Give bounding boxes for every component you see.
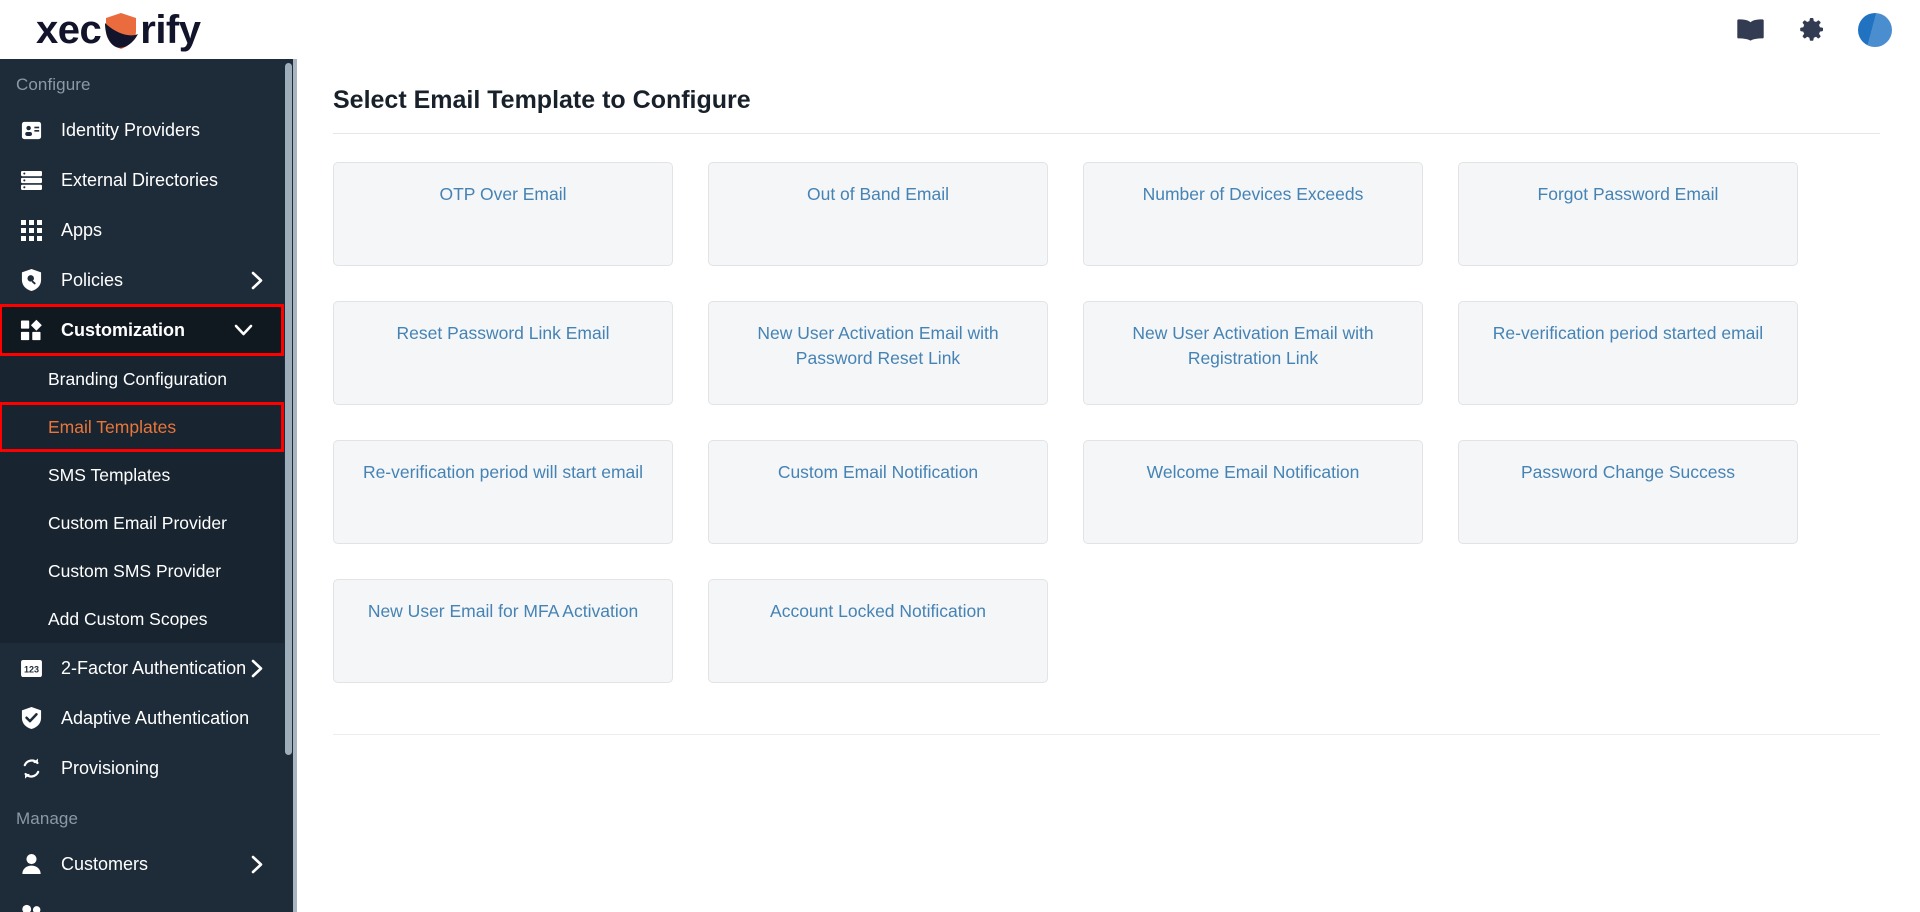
template-card-reverification-period-started[interactable]: Re-verification period started email bbox=[1458, 301, 1798, 405]
id-card-icon bbox=[18, 118, 44, 142]
template-card-forgot-password-email[interactable]: Forgot Password Email bbox=[1458, 162, 1798, 266]
sidebar-subitem-label: Email Templates bbox=[48, 416, 177, 437]
template-card-new-user-activation-password-reset[interactable]: New User Activation Email with Password … bbox=[708, 301, 1048, 405]
template-card-account-locked-notification[interactable]: Account Locked Notification bbox=[708, 579, 1048, 683]
sidebar-item-apps[interactable]: Apps bbox=[0, 205, 293, 255]
sidebar-subitem-sms-templates[interactable]: SMS Templates bbox=[0, 451, 293, 499]
logo-text-suffix: rify bbox=[140, 7, 201, 52]
sidebar-subitem-label: Add Custom Scopes bbox=[48, 608, 208, 629]
sidebar-subitem-custom-sms-provider[interactable]: Custom SMS Provider bbox=[0, 547, 293, 595]
sidebar-scrollbar-thumb[interactable] bbox=[285, 63, 292, 755]
top-bar: xec rify bbox=[0, 0, 1920, 59]
sidebar: Configure Identity Providers External Di… bbox=[0, 59, 293, 912]
sidebar-item-provisioning[interactable]: Provisioning bbox=[0, 743, 293, 793]
app-logo[interactable]: xec rify bbox=[36, 10, 201, 50]
shield-search-icon bbox=[18, 268, 44, 292]
sidebar-item-customization[interactable]: Customization bbox=[0, 304, 284, 356]
template-card-otp-over-email[interactable]: OTP Over Email bbox=[333, 162, 673, 266]
grid-apps-icon bbox=[18, 218, 44, 242]
sidebar-item-label: Policies bbox=[61, 269, 124, 290]
template-card-password-change-success[interactable]: Password Change Success bbox=[1458, 440, 1798, 544]
sync-refresh-icon bbox=[18, 756, 44, 780]
sidebar-item-label: Adaptive Authentication bbox=[61, 707, 250, 728]
bottom-divider bbox=[333, 734, 1880, 735]
sidebar-item-policies[interactable]: Policies bbox=[0, 255, 293, 305]
template-card-reset-password-link-email[interactable]: Reset Password Link Email bbox=[333, 301, 673, 405]
template-card-new-user-activation-registration[interactable]: New User Activation Email with Registrat… bbox=[1083, 301, 1423, 405]
sidebar-content: Configure Identity Providers External Di… bbox=[0, 59, 293, 912]
avatar[interactable] bbox=[1858, 12, 1892, 47]
customization-blocks-icon bbox=[18, 318, 44, 342]
main-left-edge-divider bbox=[293, 59, 297, 912]
sidebar-item-adaptive-authentication[interactable]: Adaptive Authentication bbox=[0, 693, 293, 743]
sidebar-item-label: 2-Factor Authentication bbox=[61, 657, 247, 678]
page-title: Select Email Template to Configure bbox=[333, 86, 751, 114]
shield-check-icon bbox=[18, 706, 44, 730]
top-bar-actions bbox=[1737, 12, 1892, 47]
sidebar-subitem-custom-email-provider[interactable]: Custom Email Provider bbox=[0, 499, 293, 547]
sidebar-section-manage: Manage bbox=[16, 809, 79, 828]
directory-list-icon bbox=[18, 168, 44, 192]
docs-book-icon[interactable] bbox=[1737, 18, 1764, 41]
person-icon bbox=[18, 852, 44, 876]
sidebar-subitem-label: SMS Templates bbox=[48, 464, 171, 485]
chevron-down-icon bbox=[234, 324, 253, 336]
sidebar-subitem-label: Custom SMS Provider bbox=[48, 560, 222, 581]
sidebar-subitem-email-templates[interactable]: Email Templates bbox=[0, 402, 284, 452]
svg-text:123: 123 bbox=[23, 664, 38, 674]
chevron-right-icon bbox=[251, 271, 263, 290]
sidebar-subitem-label: Custom Email Provider bbox=[48, 512, 227, 533]
template-card-out-of-band-email[interactable]: Out of Band Email bbox=[708, 162, 1048, 266]
users-group-icon bbox=[18, 902, 44, 912]
sidebar-item-label: Customization bbox=[61, 319, 185, 340]
chevron-right-icon bbox=[251, 659, 263, 678]
sidebar-item-label: Customers bbox=[61, 853, 149, 874]
sidebar-item-2-factor-authentication[interactable]: 123 2-Factor Authentication bbox=[0, 643, 293, 693]
sidebar-subitem-add-custom-scopes[interactable]: Add Custom Scopes bbox=[0, 595, 293, 643]
gear-icon[interactable] bbox=[1798, 17, 1824, 43]
numeric-123-icon: 123 bbox=[18, 656, 44, 680]
template-card-custom-email-notification[interactable]: Custom Email Notification bbox=[708, 440, 1048, 544]
sidebar-item-external-directories[interactable]: External Directories bbox=[0, 155, 293, 205]
logo-text: xec rify bbox=[36, 10, 201, 50]
template-card-reverification-period-will-start[interactable]: Re-verification period will start email bbox=[333, 440, 673, 544]
sidebar-item-label: Provisioning bbox=[61, 757, 160, 778]
template-card-number-of-devices-exceeds[interactable]: Number of Devices Exceeds bbox=[1083, 162, 1423, 266]
logo-text-prefix: xec bbox=[36, 7, 102, 52]
template-card-new-user-email-mfa-activation[interactable]: New User Email for MFA Activation bbox=[333, 579, 673, 683]
main-content: Select Email Template to Configure OTP O… bbox=[293, 59, 1920, 912]
sidebar-section-configure: Configure bbox=[16, 75, 91, 94]
chevron-right-icon bbox=[251, 855, 263, 874]
sidebar-item-identity-providers[interactable]: Identity Providers bbox=[0, 105, 293, 155]
email-template-grid: OTP Over Email Out of Band Email Number … bbox=[293, 134, 1920, 718]
sidebar-item-users-partial[interactable] bbox=[0, 889, 293, 912]
template-card-welcome-email-notification[interactable]: Welcome Email Notification bbox=[1083, 440, 1423, 544]
sidebar-submenu-customization: Branding Configuration Email Templates S… bbox=[0, 355, 293, 643]
sidebar-item-label: Identity Providers bbox=[61, 119, 201, 140]
sidebar-subitem-branding-configuration[interactable]: Branding Configuration bbox=[0, 355, 293, 403]
shield-logo-icon bbox=[103, 10, 139, 50]
sidebar-scrollbar[interactable] bbox=[284, 59, 293, 912]
sidebar-item-label: External Directories bbox=[61, 169, 219, 190]
sidebar-item-customers[interactable]: Customers bbox=[0, 839, 293, 889]
sidebar-item-label: Apps bbox=[61, 219, 103, 240]
sidebar-subitem-label: Branding Configuration bbox=[48, 368, 228, 389]
